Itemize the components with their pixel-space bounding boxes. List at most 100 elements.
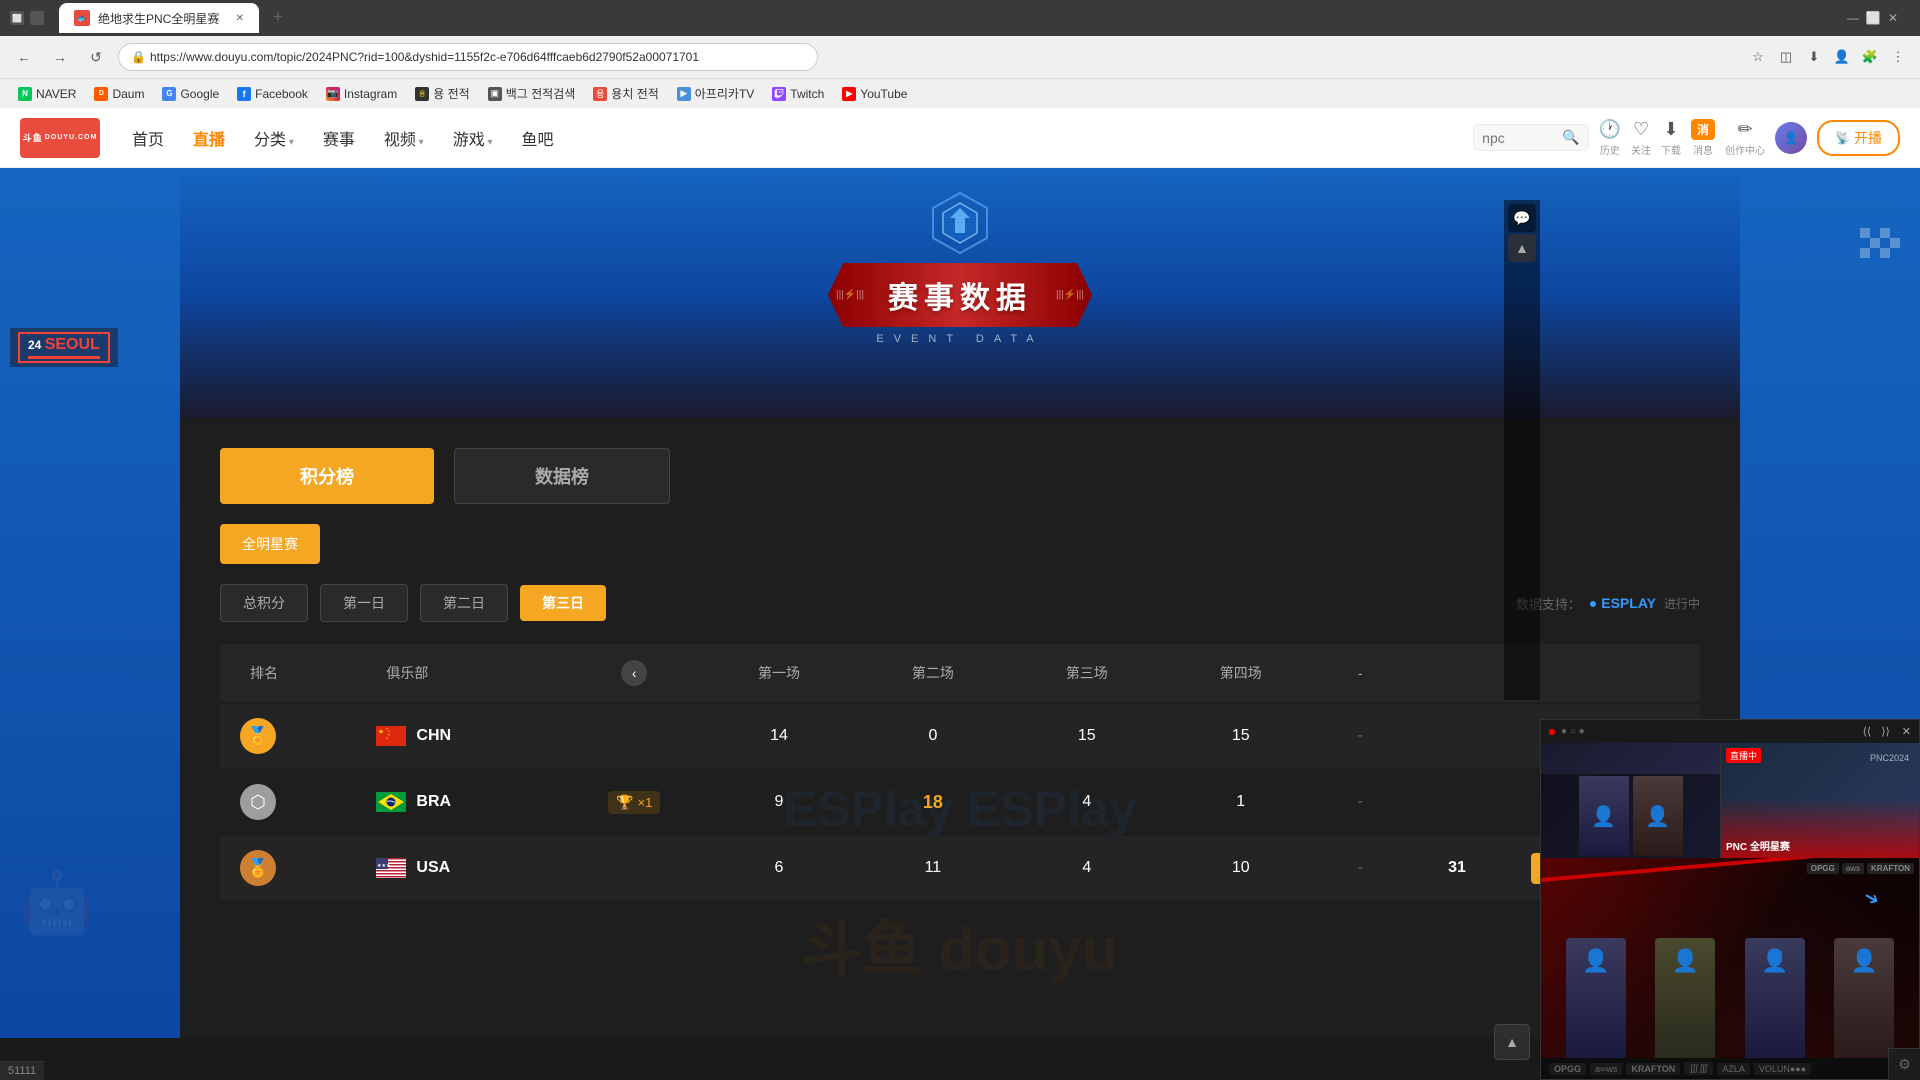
nav-video[interactable]: 视频 <box>372 120 436 156</box>
m4-score-2: 1 <box>1236 793 1245 810</box>
creator-label: 创作中心 <box>1725 142 1765 157</box>
tab-day1[interactable]: 第一日 <box>320 584 408 622</box>
star-icon[interactable]: ☆ <box>1746 45 1770 69</box>
bookmark-yong-label: 용 전적 <box>433 85 469 102</box>
bookmark-naver[interactable]: N NAVER <box>10 84 84 104</box>
tab-close-btn[interactable]: ✕ <box>236 13 244 24</box>
table-row: 🏅 <box>220 704 1700 768</box>
floating-player-header: ● ○ ● ⟨⟨ ⟩⟩ ✕ <box>1541 720 1919 743</box>
message-icon: 消 <box>1691 119 1715 140</box>
fp-close-icon[interactable]: ✕ <box>1902 725 1911 738</box>
address-bar[interactable]: 🔒 https://www.douyu.com/topic/2024PNC?ri… <box>118 43 818 71</box>
table-nav-left-btn[interactable]: ‹ <box>621 660 647 686</box>
download-icon[interactable]: ⬇ <box>1802 45 1826 69</box>
th-nav-arrow[interactable]: ‹ <box>566 644 702 702</box>
scroll-up-btn[interactable]: ▲ <box>1494 1024 1530 1060</box>
scoreboard-tab[interactable]: 积分榜 <box>220 448 434 504</box>
tab-total[interactable]: 总积分 <box>220 584 308 622</box>
nav-home[interactable]: 首页 <box>120 120 176 156</box>
rank-cell-3: 🏅 <box>220 836 366 900</box>
forward-button[interactable]: → <box>46 43 74 71</box>
profile-icon[interactable]: 👤 <box>1830 45 1854 69</box>
team-name-3: USA <box>416 859 450 877</box>
user-avatar[interactable]: 👤 <box>1775 122 1807 154</box>
history-label: 历史 <box>1600 142 1620 157</box>
bookmark-facebook[interactable]: f Facebook <box>229 84 316 104</box>
tab-title: 绝地求生PNC全明星赛 <box>98 10 219 27</box>
daum-favicon: D <box>94 87 108 101</box>
viewer-count-area: 51111 <box>0 1061 44 1080</box>
nav-esports[interactable]: 赛事 <box>311 120 367 156</box>
all-stars-filter-btn[interactable]: 全明星赛 <box>220 524 320 564</box>
bookmark-twitch[interactable]: Twitch <box>764 84 832 104</box>
bookmark-google[interactable]: G Google <box>154 84 227 104</box>
site-logo[interactable]: 斗鱼 DOUYU.COM <box>20 118 100 158</box>
refresh-button[interactable]: ↺ <box>82 43 110 71</box>
baekg-favicon: ▣ <box>488 87 502 101</box>
fp-next-icon[interactable]: ⟩⟩ <box>1881 725 1890 738</box>
live-btn-icon: 📡 <box>1835 131 1850 145</box>
sb-azla: AZLA <box>1717 1063 1750 1075</box>
extension-icon[interactable]: 🧩 <box>1858 45 1882 69</box>
m1-score-2: 9 <box>775 793 784 810</box>
m2-cell-1: 0 <box>856 704 1010 768</box>
fp-controls: ⟨⟨ ⟩⟩ <box>1863 725 1890 738</box>
fp-sponsor-bar: OPGG a∞ws KRAFTON ∭∭ AZLA VOLUN●●● <box>1541 1058 1919 1079</box>
bookmark-daum[interactable]: D Daum <box>86 84 152 104</box>
google-favicon: G <box>162 87 176 101</box>
badge-cell-3 <box>566 836 702 900</box>
search-input[interactable] <box>1482 130 1562 146</box>
nav-live[interactable]: 直播 <box>181 120 237 156</box>
new-tab-btn[interactable]: + <box>264 4 292 32</box>
bookmark-baekg[interactable]: ▣ 백그 전적검색 <box>480 82 584 105</box>
search-bar[interactable]: 🔍 <box>1473 124 1588 151</box>
fp-prev-icon[interactable]: ⟨⟨ <box>1863 725 1872 738</box>
bookmark-youtube[interactable]: ▶ YouTube <box>834 84 915 104</box>
search-icon[interactable]: 🔍 <box>1562 129 1579 146</box>
fp-thumb-left[interactable]: 👤 👤 <box>1541 743 1721 858</box>
close-btn[interactable]: ✕ <box>1886 11 1900 25</box>
m4-cell-3: 10 <box>1164 836 1318 900</box>
creator-btn[interactable]: ✏ 创作中心 <box>1725 119 1765 157</box>
tab-day3[interactable]: 第三日 <box>520 585 606 621</box>
fp-thumb-right[interactable]: 直播中 PNC2024 PNC 全明星赛 <box>1721 743 1919 858</box>
bookmark-yong[interactable]: 용 용 전적 <box>407 82 477 105</box>
active-tab[interactable]: 🐟 绝地求生PNC全明星赛 ✕ <box>59 3 259 33</box>
flag-usa: ★★★ <box>376 858 406 878</box>
nav-category[interactable]: 分类 <box>242 120 306 156</box>
trophy-count: ×1 <box>638 795 653 810</box>
fp-dual-view: 👤 👤 直播中 PNC2024 PNC 全明星赛 <box>1541 743 1919 858</box>
download-btn[interactable]: ⬇ 下载 <box>1661 119 1681 157</box>
bookmark-baekg-label: 백그 전적검색 <box>506 85 576 102</box>
view-icon[interactable]: ◫ <box>1774 45 1798 69</box>
maximize-btn[interactable]: ⬜ <box>1866 11 1880 25</box>
menu-icon[interactable]: ⋮ <box>1886 45 1910 69</box>
fp-sponsors: OPGG aws KRAFTON <box>1807 863 1914 874</box>
sponsor-aws: aws <box>1842 863 1864 874</box>
bookmark-afreeca[interactable]: ▶ 아프리카TV <box>669 82 763 105</box>
follow-btn[interactable]: ♡ 关注 <box>1631 119 1651 157</box>
m1-cell-3: 6 <box>702 836 856 900</box>
bookmark-naver-label: NAVER <box>36 87 76 101</box>
seoul-badge: 24 SEOUL <box>10 328 118 367</box>
fp-main-video[interactable]: ➔ 👤 👤 👤 👤 OPGG aws KRAFTON <box>1541 858 1919 1058</box>
tab-day2[interactable]: 第二日 <box>420 584 508 622</box>
sidebar-scroll-up-icon[interactable]: ▲ <box>1508 234 1536 262</box>
bookmark-yongji[interactable]: 용 용치 전적 <box>585 82 667 105</box>
databoard-tab[interactable]: 数据榜 <box>454 448 670 504</box>
instagram-favicon: 📷 <box>326 87 340 101</box>
nav-forum[interactable]: 鱼吧 <box>510 120 566 156</box>
sponsor-opgg: OPGG <box>1807 863 1839 874</box>
rank-medal-silver: ⬡ <box>240 784 276 820</box>
left-decoration: 24 SEOUL 🤖 <box>0 168 180 1038</box>
nav-games[interactable]: 游戏 <box>441 120 505 156</box>
settings-btn[interactable]: ⚙ <box>1888 1048 1920 1080</box>
message-btn[interactable]: 消 消息 <box>1691 119 1715 157</box>
history-btn[interactable]: 🕐 历史 <box>1599 119 1621 157</box>
back-button[interactable]: ← <box>10 43 38 71</box>
start-live-button[interactable]: 📡 开播 <box>1817 120 1900 156</box>
sidebar-chat-icon[interactable]: 💬 <box>1508 204 1536 232</box>
bookmark-instagram[interactable]: 📷 Instagram <box>318 84 405 104</box>
esplay-watermark: ESPlay ESPlay <box>783 780 1136 838</box>
minimize-btn[interactable]: — <box>1846 11 1860 25</box>
